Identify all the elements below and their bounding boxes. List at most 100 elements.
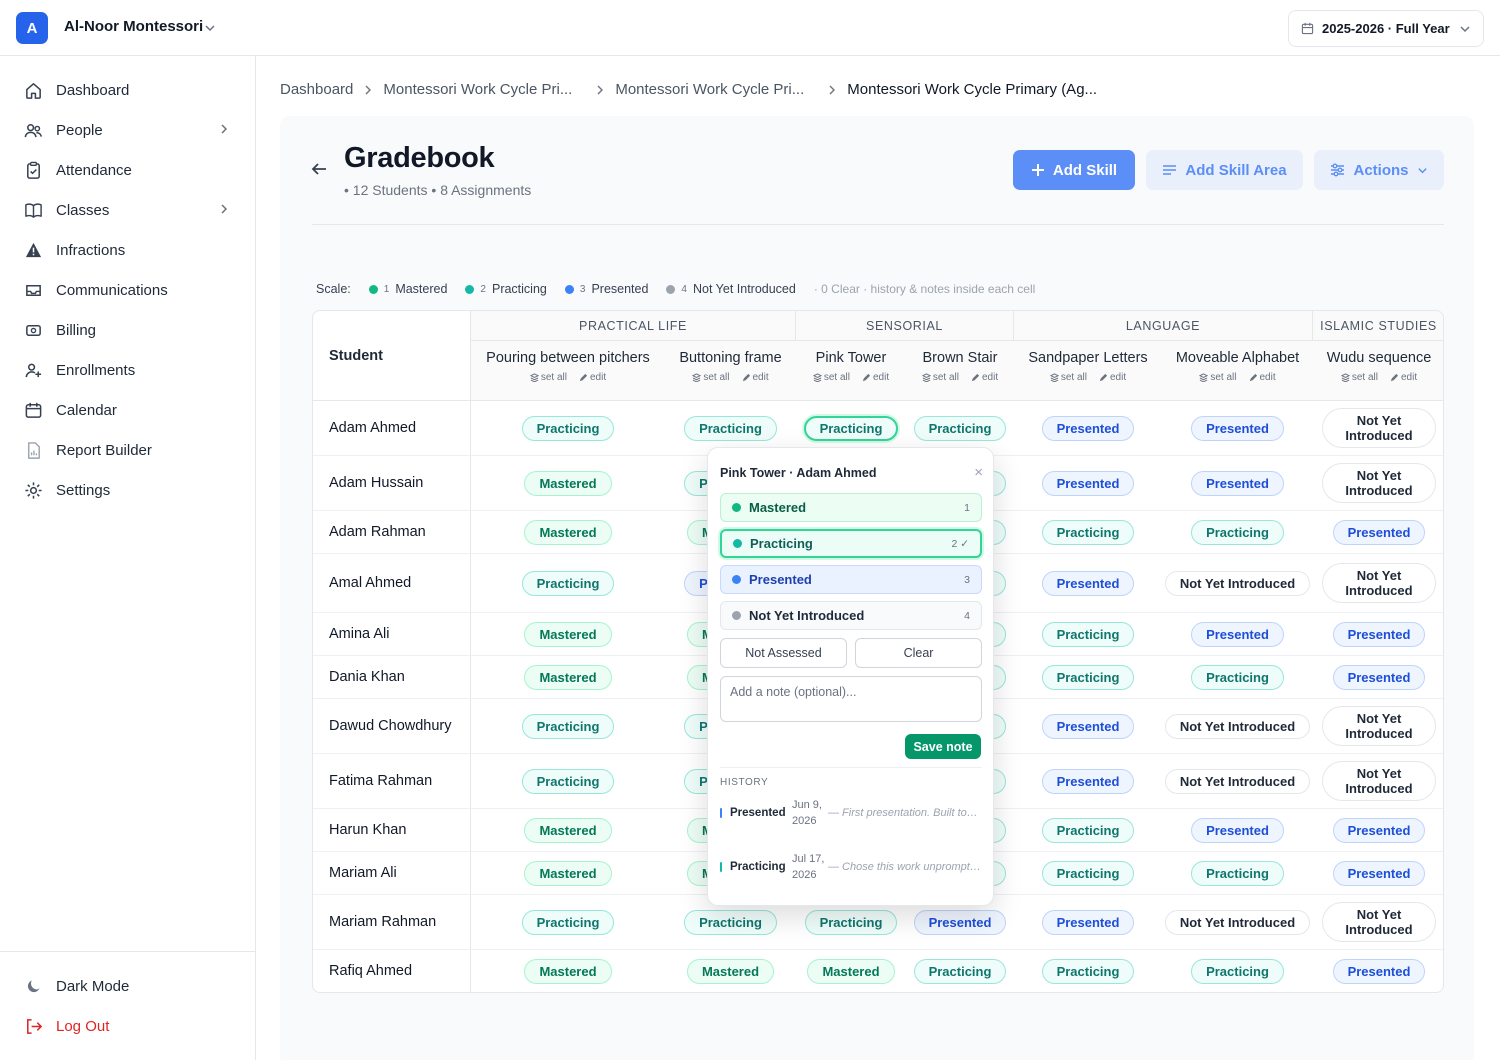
sidebar-item-attendance[interactable]: Attendance (24, 155, 234, 185)
chevron-down-icon[interactable] (204, 22, 216, 34)
not-assessed-button[interactable]: Not Assessed (720, 638, 847, 668)
sidebar-item-classes[interactable]: Classes (24, 195, 234, 225)
grade-chip-practicing[interactable]: Practicing (1041, 664, 1135, 690)
edit-skill-button[interactable]: edit (1249, 372, 1276, 383)
grade-chip-not-yet-introduced[interactable]: Not Yet Introduced (1322, 761, 1436, 801)
student-name[interactable]: Mariam Ali (313, 852, 471, 894)
grade-chip-mastered[interactable]: Mastered (524, 470, 612, 496)
edit-skill-button[interactable]: edit (1099, 372, 1126, 383)
grade-chip-not-yet-introduced[interactable]: Not Yet Introduced (1322, 902, 1436, 942)
grade-chip-presented[interactable]: Presented (1191, 621, 1284, 647)
grade-chip-practicing[interactable]: Practicing (684, 909, 777, 935)
grade-chip-practicing[interactable]: Practicing (1191, 958, 1284, 984)
option-not-yet-introduced[interactable]: Not Yet Introduced 4 (720, 601, 982, 630)
grade-chip-practicing[interactable]: Practicing (803, 415, 899, 441)
student-name[interactable]: Dania Khan (313, 656, 471, 698)
grade-chip-practicing[interactable]: Practicing (913, 415, 1007, 441)
student-name[interactable]: Amina Ali (313, 613, 471, 655)
grade-chip-practicing[interactable]: Practicing (521, 909, 615, 935)
grade-chip-practicing[interactable]: Practicing (1041, 958, 1135, 984)
grade-chip-not-yet-introduced[interactable]: Not Yet Introduced (1322, 563, 1436, 603)
breadcrumb-item[interactable]: Montessori Work Cycle Pri... (383, 81, 572, 98)
grade-chip-presented[interactable]: Presented (1041, 570, 1135, 596)
actions-button[interactable]: Actions (1314, 150, 1444, 190)
grade-chip-mastered[interactable]: Mastered (524, 519, 612, 545)
grade-chip-practicing[interactable]: Practicing (1191, 519, 1284, 545)
grade-chip-practicing[interactable]: Practicing (1041, 817, 1135, 843)
grade-chip-practicing[interactable]: Practicing (684, 415, 777, 441)
student-name[interactable]: Dawud Chowdhury (313, 699, 471, 753)
grade-chip-presented[interactable]: Presented (1041, 470, 1135, 496)
student-name[interactable]: Harun Khan (313, 809, 471, 851)
sidebar-item-report-builder[interactable]: Report Builder (24, 435, 234, 465)
student-name[interactable]: Amal Ahmed (313, 554, 471, 612)
note-textarea[interactable]: Add a note (optional)... (720, 676, 982, 722)
option-mastered[interactable]: Mastered 1 (720, 493, 982, 522)
dark-mode-toggle[interactable]: Dark Mode (24, 971, 234, 1001)
grade-chip-presented[interactable]: Presented (1191, 817, 1284, 843)
org-logo[interactable]: A (16, 12, 48, 44)
grade-chip-presented[interactable]: Presented (1041, 909, 1135, 935)
save-note-button[interactable]: Save note (905, 734, 981, 759)
set-all-button[interactable]: set all (529, 372, 567, 383)
breadcrumb-item[interactable]: Dashboard (280, 81, 353, 98)
grade-chip-mastered[interactable]: Mastered (524, 621, 612, 647)
grade-chip-mastered[interactable]: Mastered (686, 958, 775, 984)
set-all-button[interactable]: set all (692, 372, 730, 383)
set-all-button[interactable]: set all (1049, 372, 1087, 383)
grade-chip-presented[interactable]: Presented (1191, 470, 1284, 496)
clear-button[interactable]: Clear (855, 638, 982, 668)
student-name[interactable]: Mariam Rahman (313, 895, 471, 949)
sidebar-item-calendar[interactable]: Calendar (24, 395, 234, 425)
student-name[interactable]: Fatima Rahman (313, 754, 471, 808)
student-name[interactable]: Rafiq Ahmed (313, 950, 471, 992)
org-name[interactable]: Al-Noor Montessori (64, 18, 203, 35)
add-skill-button[interactable]: Add Skill (1013, 150, 1135, 190)
grade-chip-mastered[interactable]: Mastered (807, 958, 895, 984)
grade-chip-practicing[interactable]: Practicing (1191, 664, 1284, 690)
sidebar-item-enrollments[interactable]: Enrollments (24, 355, 234, 385)
grade-chip-not-yet-introduced[interactable]: Not Yet Introduced (1164, 909, 1311, 935)
grade-chip-practicing[interactable]: Practicing (1041, 860, 1135, 886)
grade-chip-mastered[interactable]: Mastered (524, 860, 612, 886)
option-presented[interactable]: Presented 3 (720, 565, 982, 594)
option-practicing[interactable]: Practicing 2 ✓ (720, 529, 982, 558)
grade-chip-presented[interactable]: Presented (1332, 817, 1426, 843)
grade-chip-presented[interactable]: Presented (1332, 621, 1426, 647)
grade-chip-mastered[interactable]: Mastered (524, 817, 612, 843)
grade-chip-not-yet-introduced[interactable]: Not Yet Introduced (1322, 408, 1436, 448)
edit-skill-button[interactable]: edit (1390, 372, 1417, 383)
grade-chip-presented[interactable]: Presented (1332, 860, 1426, 886)
add-skill-area-button[interactable]: Add Skill Area (1146, 150, 1303, 190)
set-all-button[interactable]: set all (812, 372, 850, 383)
close-icon[interactable]: × (974, 464, 983, 481)
grade-chip-practicing[interactable]: Practicing (521, 415, 615, 441)
grade-chip-not-yet-introduced[interactable]: Not Yet Introduced (1164, 570, 1311, 596)
grade-chip-presented[interactable]: Presented (1041, 415, 1135, 441)
student-name[interactable]: Adam Rahman (313, 511, 471, 553)
grade-chip-practicing[interactable]: Practicing (804, 909, 898, 935)
student-name[interactable]: Adam Ahmed (313, 401, 471, 455)
set-all-button[interactable]: set all (921, 372, 959, 383)
grade-chip-not-yet-introduced[interactable]: Not Yet Introduced (1164, 713, 1311, 739)
logout-button[interactable]: Log Out (24, 1011, 234, 1041)
set-all-button[interactable]: set all (1199, 372, 1237, 383)
grade-chip-presented[interactable]: Presented (1191, 415, 1284, 441)
grade-chip-presented[interactable]: Presented (1332, 519, 1426, 545)
sidebar-item-infractions[interactable]: Infractions (24, 235, 234, 265)
grade-chip-not-yet-introduced[interactable]: Not Yet Introduced (1322, 706, 1436, 746)
edit-skill-button[interactable]: edit (862, 372, 889, 383)
sidebar-item-billing[interactable]: Billing (24, 315, 234, 345)
back-arrow-icon[interactable] (310, 160, 328, 178)
grade-chip-practicing[interactable]: Practicing (521, 768, 615, 794)
breadcrumb-item[interactable]: Montessori Work Cycle Pri... (615, 81, 804, 98)
grade-chip-practicing[interactable]: Practicing (1041, 621, 1135, 647)
set-all-button[interactable]: set all (1340, 372, 1378, 383)
grade-chip-mastered[interactable]: Mastered (524, 664, 612, 690)
grade-chip-practicing[interactable]: Practicing (1041, 519, 1135, 545)
sidebar-item-communications[interactable]: Communications (24, 275, 234, 305)
grade-chip-practicing[interactable]: Practicing (1191, 860, 1284, 886)
grade-chip-not-yet-introduced[interactable]: Not Yet Introduced (1322, 463, 1436, 503)
grade-chip-mastered[interactable]: Mastered (524, 958, 612, 984)
grade-chip-presented[interactable]: Presented (1041, 713, 1135, 739)
